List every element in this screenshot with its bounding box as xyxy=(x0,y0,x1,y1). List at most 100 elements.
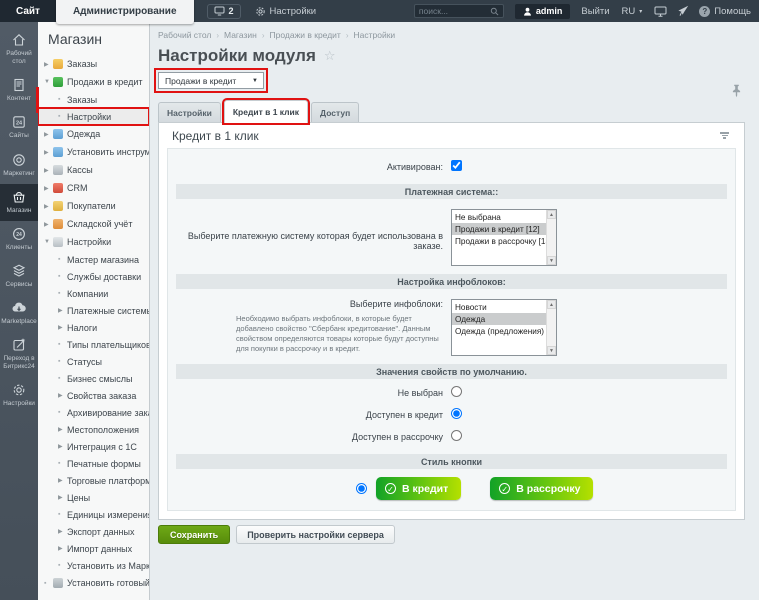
listbox-option[interactable]: Одежда xyxy=(452,313,546,325)
menu-item[interactable]: Экспорт данных xyxy=(38,523,149,540)
menu-item[interactable]: CRM xyxy=(38,179,149,197)
menu-item-marker[interactable] xyxy=(58,545,67,552)
sidebar-item-shop[interactable]: Магазин xyxy=(0,183,38,221)
menu-item-marker[interactable] xyxy=(58,273,67,280)
menu-item[interactable]: Службы доставки xyxy=(38,268,149,285)
default-option-radio[interactable] xyxy=(451,430,462,441)
menu-item-marker[interactable] xyxy=(58,113,67,120)
menu-item-marker[interactable] xyxy=(58,392,67,399)
desktop-view-button[interactable] xyxy=(654,6,667,17)
menu-item[interactable]: Торговые платформы xyxy=(38,472,149,489)
menu-item-marker[interactable] xyxy=(58,409,67,416)
logout-button[interactable]: Выйти xyxy=(581,6,609,17)
pin-panel-button[interactable] xyxy=(677,5,689,17)
scroll-down-icon[interactable]: ▼ xyxy=(547,346,556,355)
module-select[interactable]: Продажи в кредит ▼ xyxy=(154,68,268,93)
user-menu-button[interactable]: admin xyxy=(514,3,571,19)
menu-item-marker[interactable] xyxy=(58,307,67,314)
menu-item[interactable]: Налоги xyxy=(38,319,149,336)
menu-item-marker[interactable] xyxy=(58,460,67,467)
menu-item[interactable]: Настройки xyxy=(38,107,149,126)
menu-item[interactable]: Бизнес смыслы xyxy=(38,370,149,387)
menu-item[interactable]: Архивирование заказов xyxy=(38,404,149,421)
menu-item-marker[interactable] xyxy=(58,256,67,263)
sidebar-item-desktop[interactable]: Рабочий стол xyxy=(0,27,38,72)
check-server-settings-button[interactable]: Проверить настройки сервера xyxy=(236,525,395,544)
notifications-button[interactable]: 2 xyxy=(206,3,241,19)
menu-item[interactable]: Типы плательщиков xyxy=(38,336,149,353)
menu-item-marker[interactable] xyxy=(44,149,53,156)
menu-item[interactable]: Статусы xyxy=(38,353,149,370)
sidebar-item-marketing[interactable]: Маркетинг xyxy=(0,147,38,184)
menu-item-marker[interactable] xyxy=(58,96,67,103)
scroll-up-icon[interactable]: ▲ xyxy=(547,300,556,309)
menu-item-marker[interactable] xyxy=(58,426,67,433)
breadcrumb-item[interactable]: Магазин xyxy=(224,30,257,40)
listbox-option[interactable]: Продажи в кредит [12] xyxy=(452,223,546,235)
menu-item[interactable]: Одежда xyxy=(38,125,149,143)
menu-item-marker[interactable] xyxy=(58,477,67,484)
menu-item-marker[interactable] xyxy=(44,221,53,228)
menu-item-marker[interactable] xyxy=(44,185,53,192)
installment-style-button[interactable]: ✓ В рассрочку xyxy=(490,477,594,500)
menu-item-marker[interactable] xyxy=(58,528,67,535)
menu-item[interactable]: Печатные формы xyxy=(38,455,149,472)
language-selector[interactable]: RU ▾ xyxy=(622,6,643,17)
sidebar-item-sites[interactable]: 24 Сайты xyxy=(0,109,38,146)
menu-item-marker[interactable] xyxy=(58,341,67,348)
sidebar-item-settings[interactable]: Настройки xyxy=(0,377,38,414)
tab-site[interactable]: Сайт xyxy=(0,0,56,22)
menu-item[interactable]: Настройки xyxy=(38,233,149,251)
listbox-option[interactable]: Новости xyxy=(452,301,546,313)
iblocks-listbox[interactable]: Новости Одежда Одежда (предложения) ▲ ▼ xyxy=(451,299,557,356)
menu-item-marker[interactable] xyxy=(58,358,67,365)
default-option-radio[interactable] xyxy=(451,386,462,397)
menu-item-marker[interactable] xyxy=(44,79,53,85)
menu-item-marker[interactable] xyxy=(44,61,53,68)
activated-checkbox[interactable] xyxy=(451,160,462,171)
button-style-radio[interactable] xyxy=(356,483,367,494)
menu-item[interactable]: Мастер магазина xyxy=(38,251,149,268)
help-button[interactable]: ? Помощь xyxy=(699,5,751,17)
breadcrumb-item[interactable]: Продажи в кредит xyxy=(270,30,341,40)
sidebar-item-content[interactable]: Контент xyxy=(0,72,38,109)
scroll-down-icon[interactable]: ▼ xyxy=(547,256,556,265)
menu-item-marker[interactable] xyxy=(44,239,53,245)
tab-dostup[interactable]: Доступ xyxy=(311,102,360,122)
listbox-option[interactable]: Не выбрана xyxy=(452,211,546,223)
sidebar-item-bitrix24[interactable]: Переход в Битрикс24 xyxy=(0,332,38,377)
sidebar-item-marketplace[interactable]: Marketplace xyxy=(0,295,38,332)
menu-item[interactable]: Заказы xyxy=(38,91,149,108)
menu-item[interactable]: Установить готовый магаз xyxy=(38,574,149,592)
menu-item-marker[interactable] xyxy=(44,203,53,210)
credit-style-button[interactable]: ✓ В кредит xyxy=(376,477,462,500)
favorite-star-icon[interactable]: ☆ xyxy=(324,48,336,64)
menu-item[interactable]: Свойства заказа xyxy=(38,387,149,404)
scroll-up-icon[interactable]: ▲ xyxy=(547,210,556,219)
menu-item[interactable]: Покупатели xyxy=(38,197,149,215)
menu-item-marker[interactable] xyxy=(44,167,53,174)
menu-item[interactable]: Кассы xyxy=(38,161,149,179)
menu-item[interactable]: Импорт данных xyxy=(38,540,149,557)
menu-item[interactable]: Складской учёт xyxy=(38,215,149,233)
menu-item-marker[interactable] xyxy=(58,562,67,569)
menu-item-marker[interactable] xyxy=(44,131,53,138)
menu-item[interactable]: Цены xyxy=(38,489,149,506)
tab-administration[interactable]: Администрирование xyxy=(55,0,194,24)
menu-item-marker[interactable] xyxy=(58,375,67,382)
tab-credit-1-click[interactable]: Кредит в 1 клик xyxy=(221,98,311,125)
listbox-scrollbar[interactable]: ▲ ▼ xyxy=(546,300,556,355)
search-box[interactable] xyxy=(413,4,504,18)
default-option-radio[interactable] xyxy=(451,408,462,419)
menu-item[interactable]: Заказы xyxy=(38,55,149,73)
menu-item[interactable]: Компании xyxy=(38,285,149,302)
listbox-option[interactable]: Одежда (предложения) xyxy=(452,325,546,337)
sidebar-item-clients[interactable]: 24 Клиенты xyxy=(0,221,38,258)
tab-nastroyki[interactable]: Настройки xyxy=(158,102,221,122)
menu-item[interactable]: Платежные системы xyxy=(38,302,149,319)
collapse-panel-icon[interactable] xyxy=(717,129,732,142)
save-button[interactable]: Сохранить xyxy=(158,525,231,544)
menu-item-marker[interactable] xyxy=(58,443,67,450)
menu-item[interactable]: Установить инструменты и xyxy=(38,143,149,161)
payment-system-listbox[interactable]: Не выбрана Продажи в кредит [12] Продажи в… xyxy=(451,209,557,266)
